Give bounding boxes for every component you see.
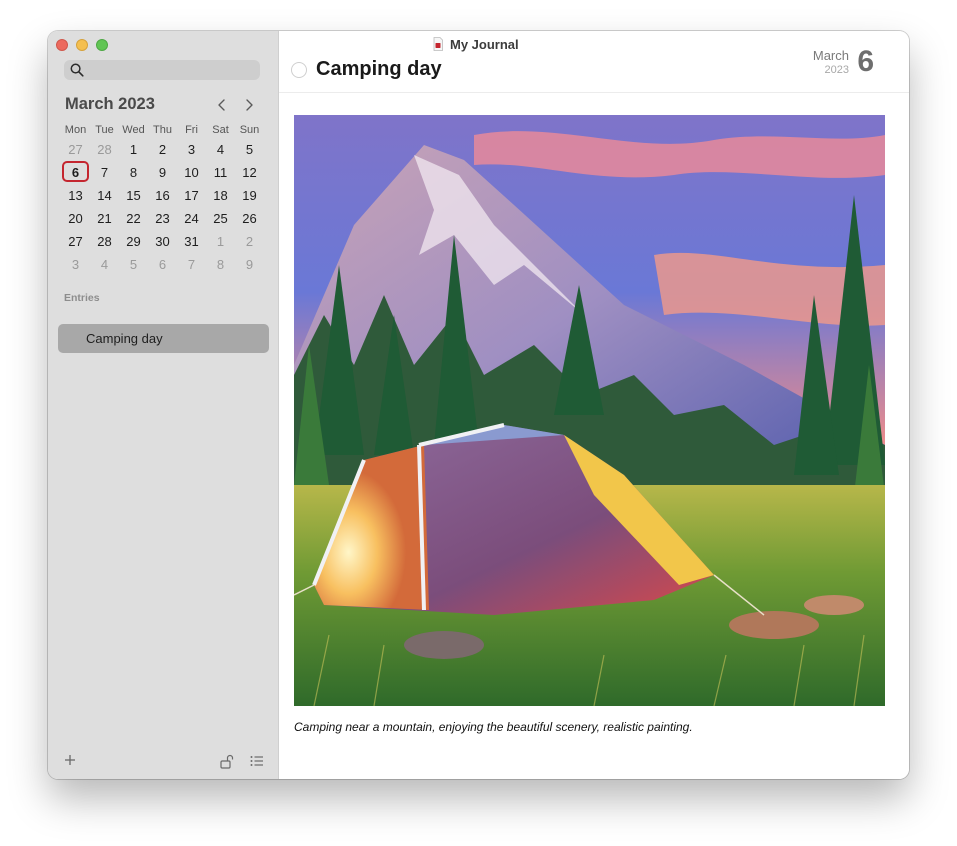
weekday-label: Tue: [95, 124, 114, 136]
calendar-day[interactable]: 30: [148, 232, 177, 252]
calendar-week: 3 4 5 6 7 8 9: [61, 255, 264, 275]
header-divider: [279, 92, 909, 93]
next-month-icon[interactable]: [242, 98, 256, 112]
maximize-window-button[interactable]: [96, 39, 108, 51]
calendar-day[interactable]: 17: [177, 186, 206, 206]
weekday-label: Thu: [153, 124, 172, 136]
entry-title[interactable]: Camping day: [316, 58, 442, 81]
calendar-day[interactable]: 25: [206, 209, 235, 229]
calendar-day[interactable]: 8: [119, 163, 148, 183]
weekday-label: Wed: [122, 124, 145, 136]
entry-detail-pane: My Journal Camping day March 2023 6 Camp…: [279, 31, 909, 779]
calendar-day[interactable]: 10: [177, 163, 206, 183]
entry-image[interactable]: [294, 115, 885, 706]
image-caption: Camping near a mountain, enjoying the be…: [294, 720, 693, 734]
calendar-day[interactable]: 18: [206, 186, 235, 206]
calendar-day[interactable]: 4: [90, 255, 119, 275]
calendar-day[interactable]: 4: [206, 140, 235, 160]
sidebar: March 2023 Mon Tue Wed Thu Fri Sat Sun 2…: [48, 31, 279, 779]
calendar-weekday-header: Mon Tue Wed Thu Fri Sat Sun: [61, 120, 264, 140]
calendar-day[interactable]: 9: [235, 255, 264, 275]
entry-complete-checkbox[interactable]: [291, 62, 307, 78]
entries-section-label: Entries: [64, 292, 100, 304]
entry-date-day: 6: [857, 45, 874, 78]
calendar-day[interactable]: 8: [206, 255, 235, 275]
calendar-day[interactable]: 1: [206, 232, 235, 252]
calendar-month-title: March 2023: [65, 95, 155, 113]
search-input[interactable]: [64, 60, 260, 80]
calendar-day[interactable]: 28: [90, 140, 119, 160]
calendar-week: 27 28 29 30 31 1 2: [61, 232, 264, 252]
camping-painting: [294, 115, 885, 706]
calendar-day[interactable]: 26: [235, 209, 264, 229]
calendar-day[interactable]: 1: [119, 140, 148, 160]
calendar-day[interactable]: 21: [90, 209, 119, 229]
calendar-day[interactable]: 22: [119, 209, 148, 229]
calendar-day[interactable]: 2: [235, 232, 264, 252]
calendar-week: 6 7 8 9 10 11 12: [61, 163, 264, 183]
calendar-day[interactable]: 3: [177, 140, 206, 160]
calendar-day[interactable]: 27: [61, 140, 90, 160]
search-icon: [70, 63, 84, 77]
calendar-day[interactable]: 11: [206, 163, 235, 183]
calendar-day[interactable]: 14: [90, 186, 119, 206]
calendar-day[interactable]: 6: [148, 255, 177, 275]
unlock-icon[interactable]: [219, 753, 235, 769]
calendar-day[interactable]: 5: [235, 140, 264, 160]
calendar-day[interactable]: 28: [90, 232, 119, 252]
calendar-day[interactable]: 7: [90, 163, 119, 183]
calendar-week: 27 28 1 2 3 4 5: [61, 140, 264, 160]
calendar-day[interactable]: 19: [235, 186, 264, 206]
calendar-week: 20 21 22 23 24 25 26: [61, 209, 264, 229]
list-view-icon[interactable]: [249, 753, 265, 769]
calendar-day[interactable]: 9: [148, 163, 177, 183]
calendar-day[interactable]: 7: [177, 255, 206, 275]
calendar-day-selected[interactable]: 6: [61, 163, 90, 183]
calendar-day[interactable]: 5: [119, 255, 148, 275]
calendar-day[interactable]: 29: [119, 232, 148, 252]
calendar-day[interactable]: 3: [61, 255, 90, 275]
weekday-label: Sun: [239, 124, 260, 136]
previous-month-icon[interactable]: [215, 98, 229, 112]
calendar-week: 13 14 15 16 17 18 19: [61, 186, 264, 206]
journal-app-icon: [433, 37, 443, 51]
calendar-day[interactable]: 23: [148, 209, 177, 229]
calendar-day[interactable]: 2: [148, 140, 177, 160]
minimize-window-button[interactable]: [76, 39, 88, 51]
add-entry-icon[interactable]: [63, 753, 77, 767]
entry-date-month: March: [812, 48, 849, 63]
calendar-day[interactable]: 27: [61, 232, 90, 252]
entry-list-item-selected[interactable]: Camping day: [58, 324, 269, 353]
calendar-day[interactable]: 15: [119, 186, 148, 206]
calendar-day[interactable]: 20: [61, 209, 90, 229]
window-title: My Journal: [450, 37, 519, 52]
entry-list-item-title: Camping day: [86, 331, 163, 346]
weekday-label: Sat: [212, 124, 229, 136]
weekday-label: Fri: [185, 124, 198, 136]
calendar-day[interactable]: 24: [177, 209, 206, 229]
calendar-day[interactable]: 16: [148, 186, 177, 206]
close-window-button[interactable]: [56, 39, 68, 51]
calendar-day[interactable]: 31: [177, 232, 206, 252]
entry-date-year: 2023: [824, 64, 849, 76]
calendar-day[interactable]: 12: [235, 163, 264, 183]
weekday-label: Mon: [64, 124, 87, 136]
calendar-day[interactable]: 13: [61, 186, 90, 206]
app-window: March 2023 Mon Tue Wed Thu Fri Sat Sun 2…: [48, 31, 909, 779]
